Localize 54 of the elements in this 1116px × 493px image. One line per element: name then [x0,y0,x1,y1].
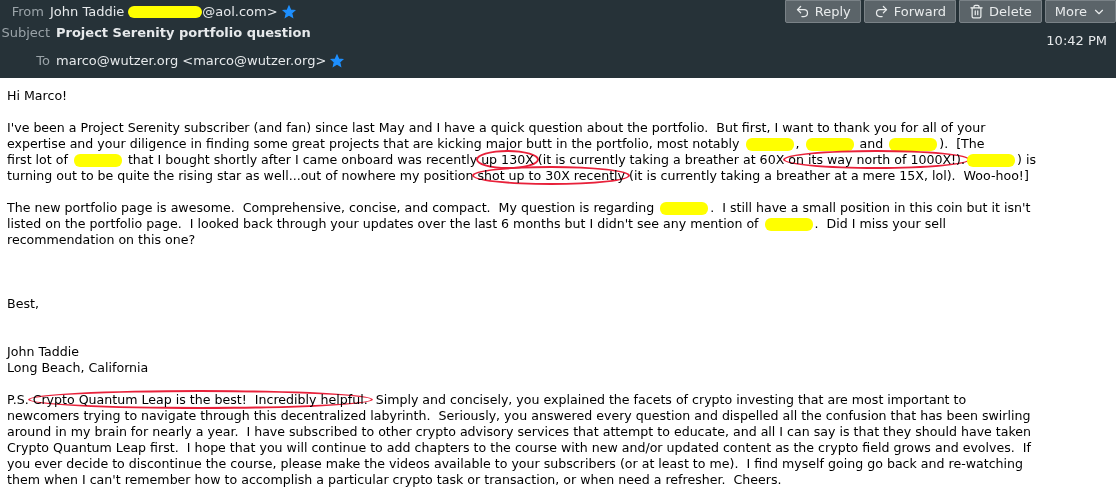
body-text: newcomers trying to navigate through this decentralized labyrinth. Seriously, you answered every question and dispelled all the confusion that has been swirling [7,408,1031,423]
more-menu-button[interactable]: More [1044,0,1116,23]
body-text: I've been a Project Serenity subscriber (and fan) since last May and I have a quick question about the portfolio. But first, I want to thank you for all of your [7,120,986,135]
to-label: To [35,52,51,71]
recipient: marco@wutzer.org <marco@wutzer.org> [56,52,327,71]
star-icon[interactable] [281,5,296,19]
body-text: Hi Marco! [7,88,68,103]
body-text: you ever decide to discontinue the course, please make the videos available to your subscribers (or at least to me). I find myself going go back and re-watching [7,456,1024,471]
circled-text: up 130X [476,150,539,169]
body-text: Best, [7,296,39,311]
action-button[interactable]: Forward [863,0,957,23]
reply-icon [794,4,810,19]
body-text: ) is [1017,152,1036,167]
body-text: listed on the portfolio page. I looked back through your updates over the last 6 months but I didn't see any mention of [7,216,760,231]
body-text: The new portfolio page is awesome. Comprehensive, concise, and compact. My question is regarding [7,200,656,215]
sender-email: @aol.com> [202,3,278,22]
body-text: P.S. [7,392,30,407]
body-text: Simply and concisely, you explained the facets of crypto investing that are most important to [374,392,967,407]
body-text: (it is currently taking a breather at 60X [536,152,786,167]
body-text: . I still have a small position in this coin but it isn't [710,200,1031,215]
body-text: Crypto Quantum Leap first. I hope that you will continue to add chapters to the course with new and/or updated content as the crypto field grows and evolves. If [7,440,1031,455]
body-text: ). [The [939,136,985,151]
action-button[interactable]: Reply [784,0,861,23]
body-text: first lot of [7,152,70,167]
body-text: around in my brain for nearly a year. I have subscribed to other crypto advisory services that attempt to educate, and all I can say is that they should have taken [7,424,1032,439]
body-text: . Did I miss your sell [814,216,946,231]
redaction-mark [764,218,813,231]
sender-name: John Taddie [50,3,125,22]
redaction-mark [745,138,794,151]
body-text: and [858,136,885,151]
body-text: recommendation on this one? [7,232,196,247]
star-icon[interactable] [330,54,345,68]
redaction-mark [73,154,122,167]
time-text: 10:42 PM [1046,32,1108,50]
forward-icon [873,4,889,19]
trash-icon [969,4,985,19]
body-text: Long Beach, California [7,360,149,375]
body-text: them when I can't remember how to accomplish a particular crypto task or transaction, or when need a refresher. Cheers. [7,472,782,487]
redaction-mark [805,138,854,151]
from-label: From [10,3,45,22]
redaction-mark [660,202,709,215]
body-text: that I bought shortly after I came onboard was recently [126,152,479,167]
redaction-mark [967,154,1016,167]
circled-text: shot up to 30X recently [472,166,631,185]
subject-label: Subject [0,24,51,43]
body-text: (it is currently taking a breather at a mere 15X, lol). Woo-hoo!] [628,168,1029,183]
circled-text: Crypto Quantum Leap is the best! Incredibly helpful. [27,390,373,409]
subject-text: Project Serenity portfolio question [56,24,311,43]
redaction-mark [889,138,938,151]
action-button[interactable]: Delete [959,0,1042,23]
body-text: expertise and your diligence in finding some great projects that are kicking major butt in the portfolio, most notably [7,136,741,151]
body-text: , [795,136,801,151]
body-text: turning out to be quite the rising star as well...out of nowhere my position [7,168,475,183]
body-text: John Taddie [7,344,79,359]
